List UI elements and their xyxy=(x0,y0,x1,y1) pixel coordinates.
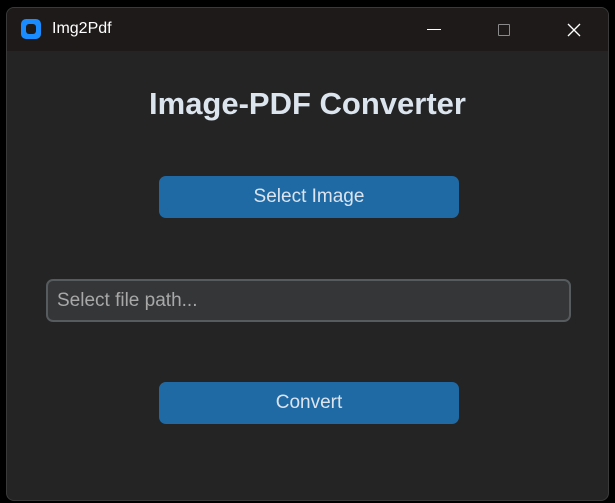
app-logo-icon xyxy=(21,19,41,39)
convert-button[interactable]: Convert xyxy=(159,382,459,424)
page-title: Image-PDF Converter xyxy=(149,86,466,121)
minimize-button[interactable] xyxy=(411,8,457,51)
file-path-input[interactable] xyxy=(46,279,571,322)
close-button[interactable] xyxy=(551,8,597,51)
maximize-button[interactable] xyxy=(481,8,527,51)
app-window: Img2Pdf Image-PDF Converter Select Image… xyxy=(6,7,609,501)
window-title: Img2Pdf xyxy=(52,20,112,37)
maximize-icon xyxy=(498,23,510,36)
minimize-icon xyxy=(427,29,441,30)
select-image-button[interactable]: Select Image xyxy=(159,176,459,218)
title-bar[interactable]: Img2Pdf xyxy=(7,8,608,51)
close-icon xyxy=(567,23,581,36)
